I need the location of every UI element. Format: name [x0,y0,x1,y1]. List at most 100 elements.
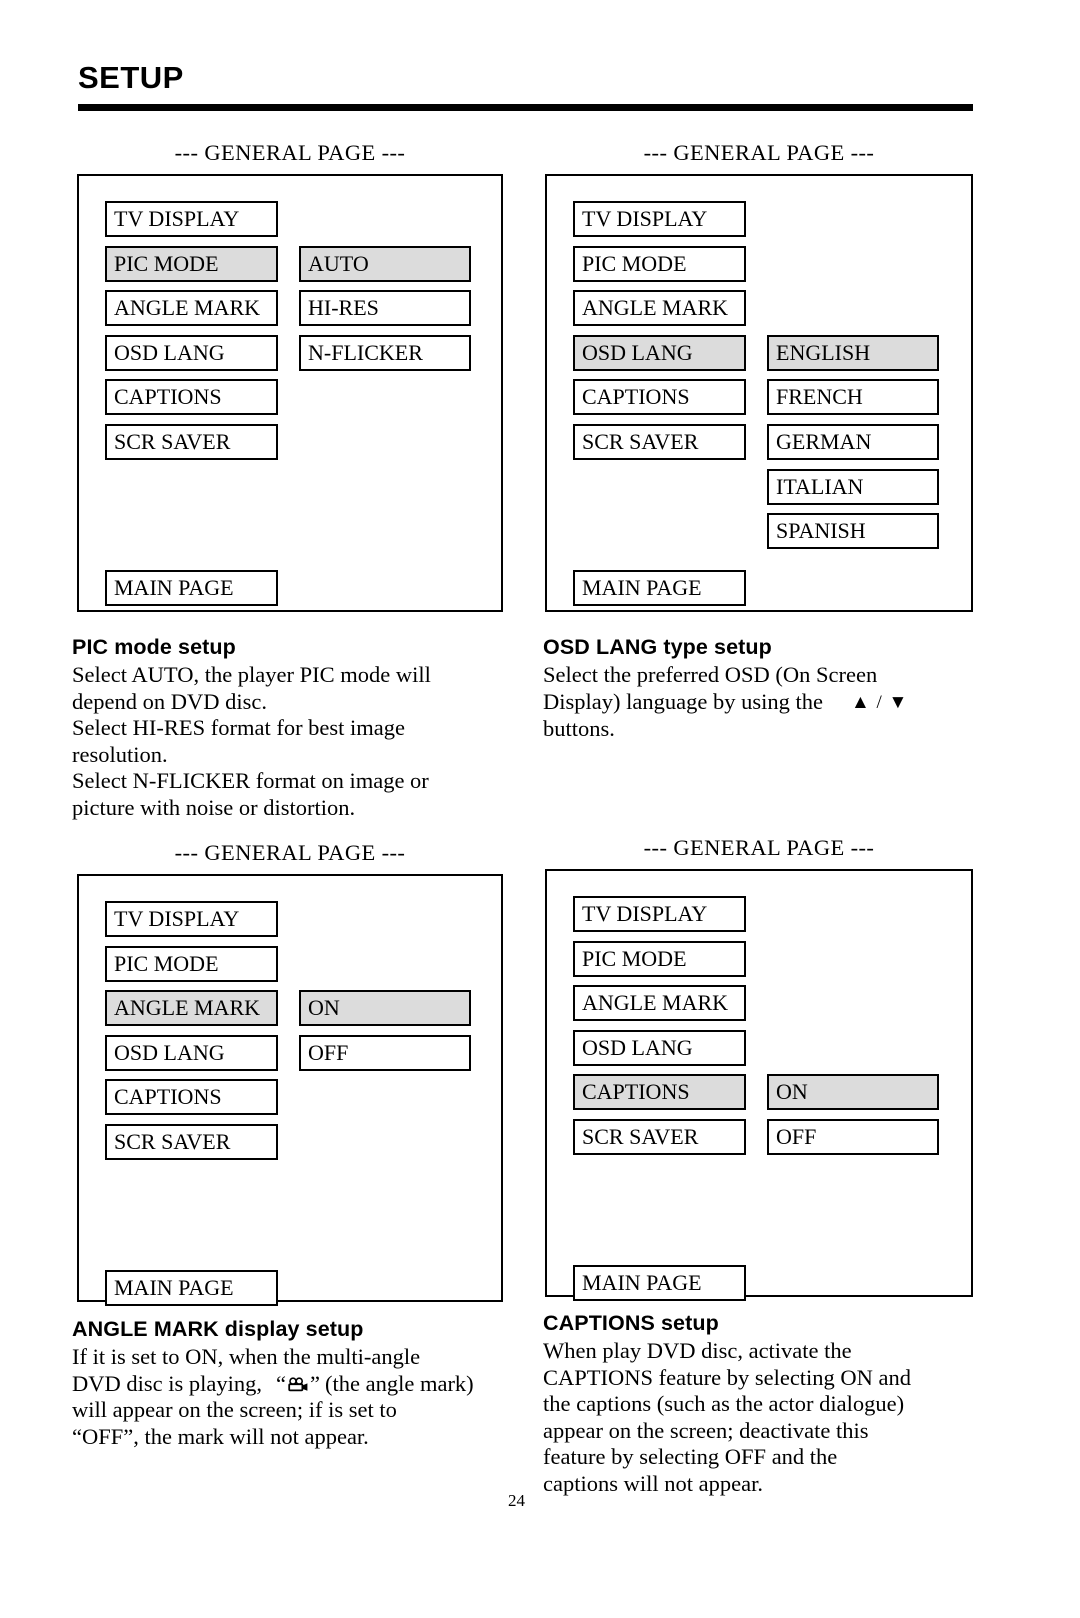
osd-menu-item-label: TV DISPLAY [114,206,240,231]
osd-menu-item-label: SCR SAVER [114,429,231,454]
osd-option-item[interactable]: ON [767,1074,939,1111]
osd-menu-item[interactable]: CAPTIONS [105,1079,278,1116]
osd-menu-item[interactable]: PIC MODE [573,940,746,977]
osd-menu-item[interactable]: PIC MODE [105,945,278,982]
section-heading: CAPTIONS setup [543,1311,719,1335]
manual-page: SETUP --- GENERAL PAGE --- TV DISPLAY PIC… [0,0,1080,1618]
osd-menu-item[interactable]: ANGLE MARK [573,985,746,1022]
body-line: depend on DVD disc. [72,688,267,714]
panel-caption: --- GENERAL PAGE --- [643,140,875,165]
section-body: When play DVD disc, activate the CAPTION… [543,1338,1003,1497]
osd-menu-item[interactable]: TV DISPLAY [573,896,746,932]
osd-menu-item[interactable]: PIC MODE [573,245,746,282]
section-body: Select AUTO, the player PIC mode will de… [72,662,522,821]
osd-menu-item[interactable]: CAPTIONS [573,1074,746,1111]
page-title: SETUP [78,60,184,95]
header-divider [78,104,973,111]
osd-menu-item[interactable]: OSD LANG [573,1029,746,1066]
panel-caption: --- GENERAL PAGE --- [643,835,875,860]
osd-menu-item[interactable]: SCR SAVER [105,424,278,460]
osd-option-item-label: GERMAN [776,429,872,454]
osd-option-item[interactable]: FRENCH [767,379,939,416]
osd-menu-item-label: SCR SAVER [582,429,699,454]
osd-option-item[interactable]: OFF [299,1034,471,1071]
osd-option-item[interactable]: SPANISH [767,513,939,550]
body-line: “OFF”, the mark will not appear. [72,1423,369,1449]
quote-open: “ [276,1370,286,1396]
osd-menu-item[interactable]: TV DISPLAY [105,901,278,937]
osd-screen: TV DISPLAY PIC MODE ANGLE MARK OSD LANG CAPT… [545,174,973,612]
osd-option-item-label: SPANISH [776,518,866,544]
osd-menu-item[interactable]: TV DISPLAY [105,201,278,237]
body-line-text: DVD disc is playing, [72,1370,262,1396]
osd-menu-item[interactable]: CAPTIONS [573,379,746,416]
osd-menu-item-label: PIC MODE [114,250,219,276]
osd-option-item-label: ENGLISH [776,339,871,365]
osd-screen: TV DISPLAY PIC MODE ANGLE MARK OSD LANG CAPT… [545,869,973,1301]
osd-menu-item-label: SCR SAVER [114,1129,231,1154]
panel-caption: --- GENERAL PAGE --- [174,840,406,865]
osd-option-item-label: N-FLICKER [308,339,423,365]
body-line: buttons. [543,716,615,741]
osd-option-item[interactable]: AUTO [299,245,471,282]
page-number: 24 [508,1491,525,1510]
osd-menu-item[interactable]: OSD LANG [573,334,746,371]
osd-menu-item[interactable]: ANGLE MARK [105,990,278,1027]
osd-menu-item[interactable]: ANGLE MARK [105,290,278,327]
osd-menu-item-label: SCR SAVER [582,1124,699,1149]
osd-items-container: TV DISPLAY PIC MODE ANGLE MARK OSD LANG CAPT… [547,871,971,1301]
osd-option-item[interactable]: ON [299,990,471,1027]
osd-menu-item[interactable]: CAPTIONS [105,379,278,416]
osd-option-item[interactable]: OFF [767,1119,939,1155]
osd-menu-item-label: CAPTIONS [582,384,690,410]
osd-menu-item-label: OSD LANG [582,339,693,365]
osd-option-item[interactable]: ENGLISH [767,334,939,371]
osd-menu-item[interactable]: OSD LANG [105,334,278,371]
section-captions-setup: CAPTIONS setup When play DVD disc, activ… [543,1310,1003,1497]
updown-arrows-icon: ▲ / ▼ [850,691,909,713]
body-line: will appear on the screen; if is set to [72,1397,397,1422]
osd-menu-item[interactable]: SCR SAVER [573,424,746,460]
osd-menu-item[interactable]: PIC MODE [105,245,278,282]
osd-main-page-label: MAIN PAGE [582,574,702,600]
osd-option-item[interactable]: GERMAN [767,424,939,460]
osd-option-item-label: AUTO [308,250,369,276]
osd-screen: TV DISPLAY PIC MODE ANGLE MARK OSD LANG CAPT… [77,174,503,612]
body-line: CAPTIONS feature by selecting ON and [543,1364,912,1390]
osd-option-item-label: OFF [308,1039,349,1065]
body-line-text: (the angle mark) [325,1370,474,1396]
section-angle-mark-setup: ANGLE MARK display setup If it is set to… [72,1316,532,1450]
osd-menu-item-label: OSD LANG [582,1034,693,1060]
section-heading: OSD LANG type setup [543,635,772,659]
osd-menu-item[interactable]: ANGLE MARK [573,290,746,327]
body-line: Select AUTO, the player PIC mode will [72,662,431,687]
osd-panel-captions: --- GENERAL PAGE --- TV DISPLAY PIC MODE A… [545,835,973,1301]
body-line: picture with noise or distortion. [72,794,356,820]
osd-menu-item[interactable]: OSD LANG [105,1034,278,1071]
osd-option-item[interactable]: ITALIAN [767,468,939,505]
osd-main-page-label: MAIN PAGE [114,574,234,600]
osd-main-page-label: MAIN PAGE [582,1269,702,1295]
osd-option-item[interactable]: HI-RES [299,290,471,327]
osd-option-item-label: ON [776,1079,808,1105]
osd-menu-item[interactable]: SCR SAVER [573,1119,746,1155]
osd-option-item-label: ITALIAN [776,473,864,499]
body-line: captions will not appear. [543,1470,763,1496]
osd-menu-item-label: ANGLE MARK [582,295,729,321]
osd-menu-item-label: TV DISPLAY [582,206,708,231]
body-line: Select the preferred OSD (On Screen [543,662,878,687]
osd-main-page-button[interactable]: MAIN PAGE [105,569,278,606]
osd-menu-item[interactable]: TV DISPLAY [573,201,746,237]
osd-menu-item[interactable]: SCR SAVER [105,1124,278,1160]
quote-close: ” [310,1370,320,1396]
osd-menu-item-label: OSD LANG [114,339,225,365]
osd-main-page-button[interactable]: MAIN PAGE [105,1269,278,1306]
osd-menu-item-label: PIC MODE [114,950,219,976]
osd-main-page-button[interactable]: MAIN PAGE [573,569,746,606]
body-line-text: Display) language by using the [543,688,823,714]
section-pic-mode-setup: PIC mode setup Select AUTO, the player P… [72,634,522,821]
body-line: If it is set to ON, when the multi-angle [72,1344,421,1369]
osd-main-page-button[interactable]: MAIN PAGE [573,1264,746,1301]
page-header: SETUP [78,60,978,111]
osd-option-item[interactable]: N-FLICKER [299,334,471,371]
